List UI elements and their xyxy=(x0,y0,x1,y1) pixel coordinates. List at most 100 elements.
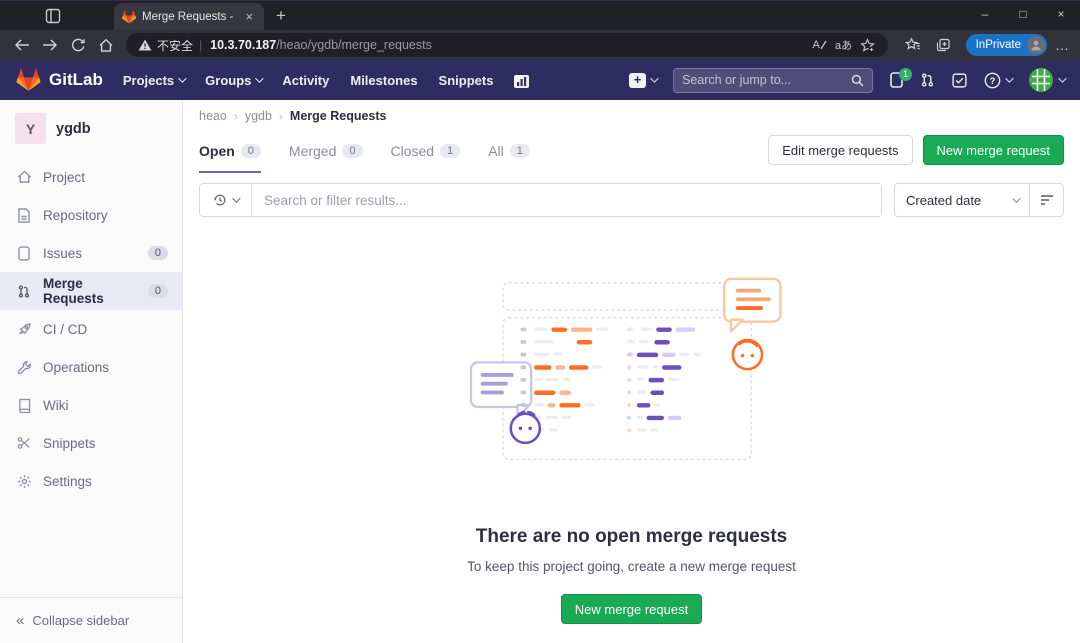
window-controls: – □ × xyxy=(966,1,1080,29)
merge-request-icon xyxy=(16,284,32,299)
empty-state: There are no open merge requests To keep… xyxy=(199,217,1064,624)
chevron-down-icon xyxy=(232,194,240,202)
new-menu-button[interactable]: + xyxy=(629,73,656,88)
issues-icon xyxy=(16,246,32,261)
tab-all-count: 1 xyxy=(510,144,530,158)
nav-snippets[interactable]: Snippets xyxy=(439,73,494,88)
browser-tab[interactable]: Merge Requests - heao / ygdb × xyxy=(114,3,264,30)
issues-count-badge: 1 xyxy=(899,68,912,81)
breadcrumb-project[interactable]: ygdb xyxy=(245,109,272,123)
merge-requests-nav-icon[interactable] xyxy=(920,72,935,88)
url-host: 10.3.70.187 xyxy=(210,38,276,52)
sidebar-item-snippets[interactable]: Snippets xyxy=(0,424,182,462)
sort-controls: Created date xyxy=(894,183,1064,217)
book-icon xyxy=(16,398,32,413)
chevron-down-icon xyxy=(256,74,264,82)
global-search-input[interactable] xyxy=(682,73,851,87)
workspaces-icon[interactable] xyxy=(44,7,62,25)
help-menu[interactable]: ? xyxy=(984,72,1011,89)
empty-new-merge-request-button[interactable]: New merge request xyxy=(561,594,702,624)
add-favorite-icon[interactable] xyxy=(856,34,880,56)
tab-merged-count: 0 xyxy=(342,144,362,158)
sort-direction-button[interactable] xyxy=(1030,183,1064,217)
url-separator: | xyxy=(199,38,202,52)
empty-state-illustration xyxy=(466,277,798,471)
collapse-sidebar-button[interactable]: « Collapse sidebar xyxy=(0,597,182,643)
global-search[interactable] xyxy=(673,68,873,93)
translate-icon[interactable]: aあ xyxy=(832,34,856,56)
gitlab-favicon-icon xyxy=(122,10,136,24)
url-path: /heao/ygdb/merge_requests xyxy=(276,38,432,52)
tab-closed[interactable]: Closed1 xyxy=(391,127,461,173)
project-name: ygdb xyxy=(56,121,91,137)
tab-open[interactable]: Open0 xyxy=(199,127,261,173)
history-icon xyxy=(213,193,227,207)
tab-merged[interactable]: Merged0 xyxy=(289,127,363,173)
tab-all[interactable]: All1 xyxy=(488,127,530,173)
sidebar-item-repository[interactable]: Repository xyxy=(0,196,182,234)
security-label[interactable]: 不安全 xyxy=(157,37,193,54)
empty-state-title: There are no open merge requests xyxy=(199,526,1064,548)
edit-merge-requests-button[interactable]: Edit merge requests xyxy=(768,135,912,165)
chart-icon[interactable] xyxy=(514,73,531,88)
minimize-button[interactable]: – xyxy=(966,1,1004,29)
browser-menu-icon[interactable]: … xyxy=(1055,37,1070,53)
gitlab-brand[interactable]: GitLab xyxy=(49,70,103,90)
scissors-icon xyxy=(16,436,32,450)
sidebar-project-header[interactable]: Y ygdb xyxy=(0,100,182,158)
filter-search-input[interactable] xyxy=(252,184,881,216)
favorites-icon[interactable] xyxy=(900,33,926,57)
chevron-down-icon xyxy=(650,74,658,82)
tab-close-icon[interactable]: × xyxy=(242,9,256,24)
nav-groups[interactable]: Groups xyxy=(205,73,261,88)
user-avatar[interactable] xyxy=(1028,67,1064,93)
document-icon xyxy=(16,208,32,223)
issues-nav-icon[interactable]: 1 xyxy=(890,72,903,88)
nav-activity[interactable]: Activity xyxy=(282,73,329,88)
read-aloud-icon[interactable]: A xyxy=(808,34,832,56)
project-avatar: Y xyxy=(15,113,46,144)
rocket-icon xyxy=(16,322,32,337)
address-bar[interactable]: 不安全 | 10.3.70.187/heao/ygdb/merge_reques… xyxy=(126,33,888,57)
maximize-button[interactable]: □ xyxy=(1004,1,1042,29)
gitlab-logo-icon[interactable] xyxy=(16,68,41,92)
wrench-icon xyxy=(16,360,32,375)
sidebar-item-operations[interactable]: Operations xyxy=(0,348,182,386)
chevron-down-icon xyxy=(1012,194,1020,202)
sidebar-item-merge-requests[interactable]: Merge Requests 0 xyxy=(0,272,182,310)
new-tab-button[interactable]: + xyxy=(276,6,286,26)
gitlab-nav-right: + 1 ? xyxy=(629,67,1064,93)
home-button[interactable] xyxy=(92,33,120,57)
sidebar-item-settings[interactable]: Settings xyxy=(0,462,182,500)
filter-search-group xyxy=(199,183,882,217)
collections-icon[interactable] xyxy=(930,33,956,57)
recent-searches-dropdown[interactable] xyxy=(200,184,252,216)
forward-button[interactable] xyxy=(36,33,64,57)
sidebar-item-cicd[interactable]: CI / CD xyxy=(0,310,182,348)
gear-icon xyxy=(16,474,32,489)
tab-open-count: 0 xyxy=(241,144,261,158)
sidebar-item-issues[interactable]: Issues 0 xyxy=(0,234,182,272)
sidebar-item-wiki[interactable]: Wiki xyxy=(0,386,182,424)
url-text[interactable]: 10.3.70.187/heao/ygdb/merge_requests xyxy=(210,38,807,52)
security-warning-icon[interactable] xyxy=(138,39,152,51)
new-merge-request-button[interactable]: New merge request xyxy=(923,135,1064,165)
breadcrumb-group[interactable]: heao xyxy=(199,109,227,123)
gitlab-navbar: GitLab Projects Groups Activity Mileston… xyxy=(0,60,1080,100)
sidebar-item-project[interactable]: Project xyxy=(0,158,182,196)
profile-avatar xyxy=(1027,36,1045,54)
inprivate-badge[interactable]: InPrivate xyxy=(966,34,1047,56)
main-content: heao › ygdb › Merge Requests Open0 Merge… xyxy=(183,100,1080,643)
window-close-button[interactable]: × xyxy=(1042,1,1080,29)
home-icon xyxy=(16,170,32,184)
nav-milestones[interactable]: Milestones xyxy=(350,73,417,88)
tab-closed-count: 1 xyxy=(440,144,460,158)
nav-projects[interactable]: Projects xyxy=(123,73,184,88)
back-button[interactable] xyxy=(8,33,36,57)
todos-nav-icon[interactable] xyxy=(952,73,967,88)
issues-count: 0 xyxy=(148,246,168,260)
chevron-down-icon xyxy=(1058,74,1066,82)
filter-bar: Created date xyxy=(199,183,1064,217)
sort-by-dropdown[interactable]: Created date xyxy=(894,183,1030,217)
refresh-button[interactable] xyxy=(64,33,92,57)
